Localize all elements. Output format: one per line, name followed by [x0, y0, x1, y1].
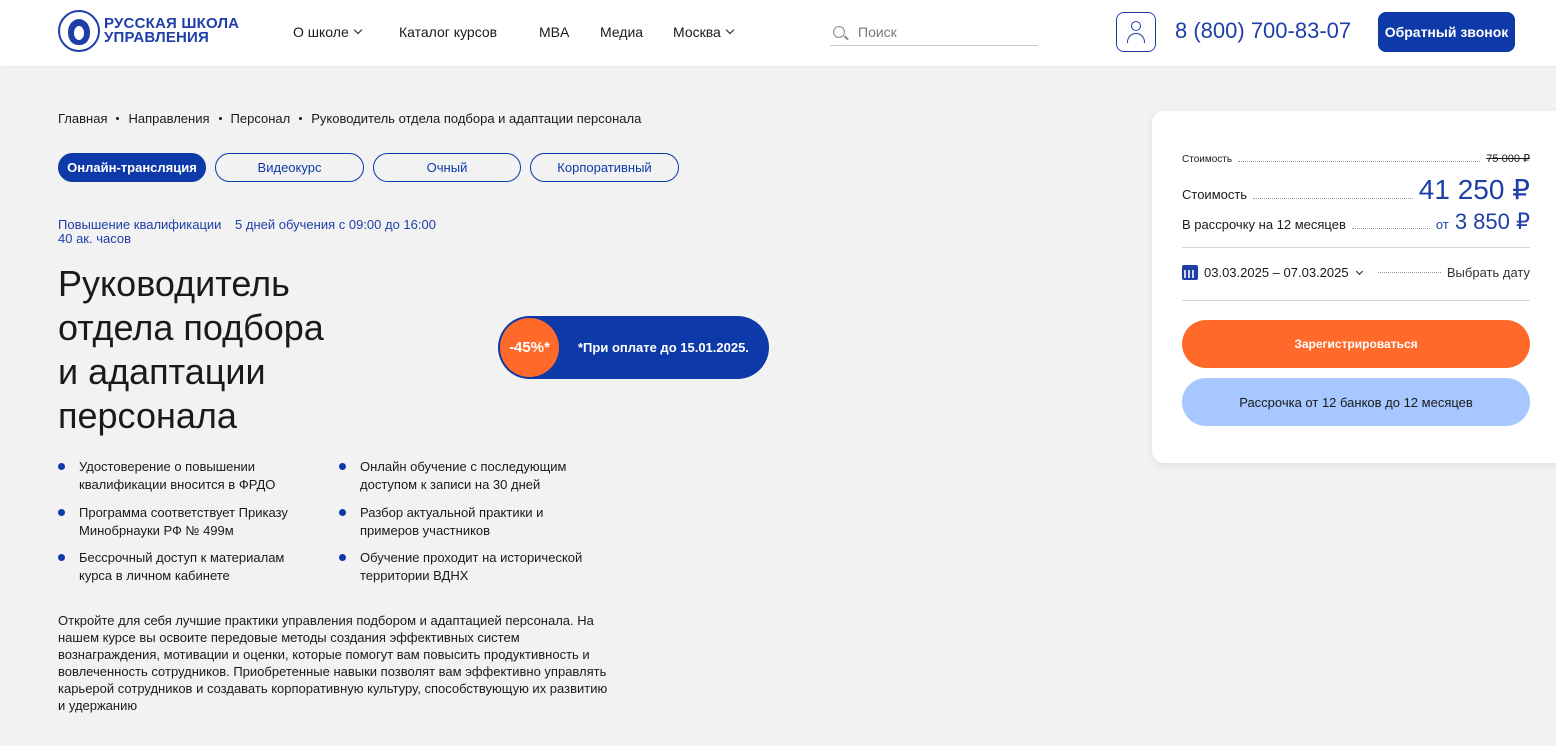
phone-number[interactable]: 8 (800) 700-83-07: [1175, 18, 1351, 44]
course-meta: Повышение квалификации 5 дней обучения с…: [58, 218, 436, 246]
breadcrumb-item-current: Руководитель отдела подбора и адаптации …: [311, 111, 642, 126]
bullet-icon: [339, 463, 346, 470]
nav-item-mba[interactable]: MBA: [539, 24, 569, 40]
tab-video[interactable]: Видеокурс: [215, 153, 364, 182]
installment-button[interactable]: Рассрочка от 12 банков до 12 месяцев: [1182, 378, 1530, 426]
discount-promo: -45%* *При оплате до 15.01.2025.: [498, 316, 769, 379]
search-input[interactable]: [858, 23, 1028, 40]
search-icon[interactable]: [833, 25, 845, 38]
logo[interactable]: РУССКАЯ ШКОЛА УПРАВЛЕНИЯ: [58, 10, 239, 52]
lion-logo-icon: [58, 10, 100, 52]
bullet-icon: [339, 554, 346, 561]
course-schedule: 5 дней обучения с 09:00 до 16:00: [235, 217, 436, 232]
account-button[interactable]: [1116, 12, 1156, 52]
price-card: Стоимость 75 000 ₽ Стоимость 41 250 ₽ В …: [1152, 111, 1556, 463]
user-icon: [1131, 21, 1141, 31]
breadcrumb-item-home[interactable]: Главная: [58, 111, 107, 126]
installment-row: В рассрочку на 12 месяцев от 3 850 ₽: [1182, 209, 1530, 234]
divider: [1182, 300, 1530, 301]
register-button[interactable]: Зарегистрироваться: [1182, 320, 1530, 368]
bullet-icon: [58, 554, 65, 561]
course-description: Откройте для себя лучшие практики управл…: [58, 613, 608, 713]
nav-item-media[interactable]: Медиа: [600, 24, 643, 40]
bullet-icon: [58, 463, 65, 470]
bullet-icon: [339, 509, 346, 516]
chevron-down-icon: [353, 25, 362, 35]
callback-button[interactable]: Обратный звонок: [1378, 12, 1515, 52]
tab-corporate[interactable]: Корпоративный: [530, 153, 679, 182]
course-type: Повышение квалификации: [58, 217, 222, 232]
installment-price: 3 850 ₽: [1454, 209, 1530, 234]
breadcrumb-separator: [299, 117, 303, 120]
old-price: 75 000 ₽: [1486, 153, 1530, 165]
tab-offline[interactable]: Очный: [373, 153, 521, 182]
old-price-row: Стоимость 75 000 ₽: [1182, 153, 1530, 165]
site-header: РУССКАЯ ШКОЛА УПРАВЛЕНИЯ О школе Каталог…: [0, 0, 1556, 66]
nav-item-city[interactable]: Москва: [673, 24, 735, 40]
date-selector[interactable]: 03.03.2025 – 07.03.2025: [1204, 265, 1363, 280]
discount-note: *При оплате до 15.01.2025.: [578, 340, 749, 355]
breadcrumb: Главная Направления Персонал Руководител…: [58, 111, 641, 126]
search-box: [830, 18, 1038, 46]
logo-text: РУССКАЯ ШКОЛА УПРАВЛЕНИЯ: [104, 15, 240, 46]
breadcrumb-separator: [116, 117, 120, 120]
divider: [1182, 247, 1530, 248]
chevron-down-icon: [1355, 267, 1363, 276]
nav-item-catalog[interactable]: Каталог курсов: [399, 24, 497, 40]
choose-date-link[interactable]: Выбрать дату: [1447, 265, 1530, 280]
date-row: 03.03.2025 – 07.03.2025 Выбрать дату: [1182, 265, 1530, 280]
calendar-icon: [1182, 265, 1198, 280]
page-title: Руководитель отдела подбора и адаптации …: [58, 263, 324, 436]
price-row: Стоимость 41 250 ₽: [1182, 174, 1530, 205]
current-price: 41 250 ₽: [1418, 174, 1530, 205]
tab-online[interactable]: Онлайн-трансляция: [58, 153, 206, 182]
nav-item-about[interactable]: О школе: [293, 24, 362, 40]
breadcrumb-separator: [218, 117, 222, 120]
breadcrumb-item-directions[interactable]: Направления: [128, 111, 209, 126]
breadcrumb-item-personnel[interactable]: Персонал: [231, 111, 291, 126]
discount-badge: -45%*: [500, 318, 559, 377]
chevron-down-icon: [725, 25, 735, 35]
bullet-icon: [58, 509, 65, 516]
course-hours: 40 ак. часов: [58, 231, 131, 246]
